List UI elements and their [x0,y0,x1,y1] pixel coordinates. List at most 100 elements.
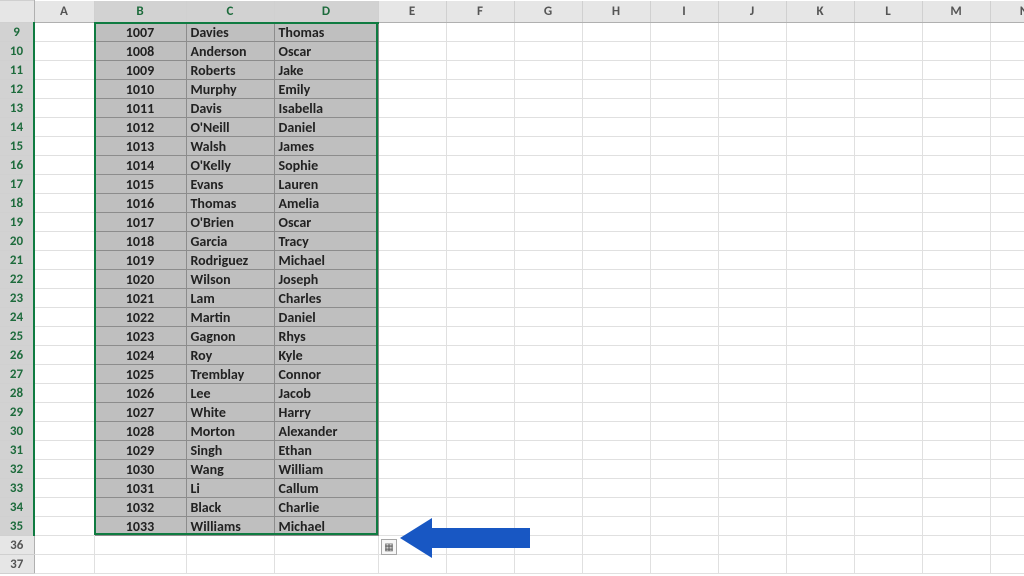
cell-D31[interactable]: Ethan [274,441,378,460]
cell-F33[interactable] [446,479,514,498]
cell-F10[interactable] [446,42,514,61]
cell-I16[interactable] [650,156,718,175]
cell-C23[interactable]: Lam [186,289,274,308]
cell-B30[interactable]: 1028 [94,422,186,441]
cell-E15[interactable] [378,137,446,156]
cell-K20[interactable] [786,232,854,251]
cell-H34[interactable] [582,498,650,517]
cell-F9[interactable] [446,23,514,42]
cell-N32[interactable] [990,460,1024,479]
cell-L28[interactable] [854,384,922,403]
cell-C19[interactable]: O'Brien [186,213,274,232]
cell-N18[interactable] [990,194,1024,213]
cell-G24[interactable] [514,308,582,327]
cell-D16[interactable]: Sophie [274,156,378,175]
column-header-J[interactable]: J [718,1,786,23]
cell-I11[interactable] [650,61,718,80]
row-header-10[interactable]: 10 [0,42,34,61]
cell-G30[interactable] [514,422,582,441]
cell-N30[interactable] [990,422,1024,441]
cell-H12[interactable] [582,80,650,99]
cell-D10[interactable]: Oscar [274,42,378,61]
column-header-B[interactable]: B [94,1,186,23]
cell-I25[interactable] [650,327,718,346]
cell-E10[interactable] [378,42,446,61]
cell-D33[interactable]: Callum [274,479,378,498]
cell-C11[interactable]: Roberts [186,61,274,80]
cell-E20[interactable] [378,232,446,251]
cell-L12[interactable] [854,80,922,99]
row-header-20[interactable]: 20 [0,232,34,251]
cell-K28[interactable] [786,384,854,403]
cell-J23[interactable] [718,289,786,308]
cell-B14[interactable]: 1012 [94,118,186,137]
row-header-29[interactable]: 29 [0,403,34,422]
cell-J24[interactable] [718,308,786,327]
cell-K12[interactable] [786,80,854,99]
cell-I31[interactable] [650,441,718,460]
cell-E17[interactable] [378,175,446,194]
cell-H31[interactable] [582,441,650,460]
cell-B33[interactable]: 1031 [94,479,186,498]
cell-H15[interactable] [582,137,650,156]
cell-K37[interactable] [786,555,854,574]
cell-G27[interactable] [514,365,582,384]
cell-G18[interactable] [514,194,582,213]
cell-L34[interactable] [854,498,922,517]
cell-D28[interactable]: Jacob [274,384,378,403]
row-header-15[interactable]: 15 [0,137,34,156]
cell-K15[interactable] [786,137,854,156]
cell-J34[interactable] [718,498,786,517]
row-header-14[interactable]: 14 [0,118,34,137]
cell-B28[interactable]: 1026 [94,384,186,403]
cell-B35[interactable]: 1033 [94,517,186,536]
cell-E13[interactable] [378,99,446,118]
row-header-34[interactable]: 34 [0,498,34,517]
cell-E21[interactable] [378,251,446,270]
cell-A11[interactable] [34,61,94,80]
cell-K34[interactable] [786,498,854,517]
spreadsheet-grid[interactable]: ABCDEFGHIJKLMN91007DaviesThomas101008And… [0,0,1024,576]
cell-N9[interactable] [990,23,1024,42]
cell-K17[interactable] [786,175,854,194]
cell-M11[interactable] [922,61,990,80]
cell-M34[interactable] [922,498,990,517]
row-header-31[interactable]: 31 [0,441,34,460]
cell-F11[interactable] [446,61,514,80]
cell-I28[interactable] [650,384,718,403]
cell-C35[interactable]: Williams [186,517,274,536]
cell-H30[interactable] [582,422,650,441]
cell-N12[interactable] [990,80,1024,99]
cell-L30[interactable] [854,422,922,441]
cell-D30[interactable]: Alexander [274,422,378,441]
cell-I32[interactable] [650,460,718,479]
cell-K23[interactable] [786,289,854,308]
cell-A31[interactable] [34,441,94,460]
cell-F24[interactable] [446,308,514,327]
cell-G31[interactable] [514,441,582,460]
row-header-12[interactable]: 12 [0,80,34,99]
cell-N28[interactable] [990,384,1024,403]
cell-K18[interactable] [786,194,854,213]
cell-A20[interactable] [34,232,94,251]
cell-B21[interactable]: 1019 [94,251,186,270]
cell-F34[interactable] [446,498,514,517]
cell-K21[interactable] [786,251,854,270]
cell-A35[interactable] [34,517,94,536]
cell-J14[interactable] [718,118,786,137]
cell-B9[interactable]: 1007 [94,23,186,42]
cell-L31[interactable] [854,441,922,460]
cell-A37[interactable] [34,555,94,574]
cell-B13[interactable]: 1011 [94,99,186,118]
cell-B23[interactable]: 1021 [94,289,186,308]
cell-F21[interactable] [446,251,514,270]
row-header-30[interactable]: 30 [0,422,34,441]
cell-H9[interactable] [582,23,650,42]
cell-J12[interactable] [718,80,786,99]
cell-B16[interactable]: 1014 [94,156,186,175]
cell-B31[interactable]: 1029 [94,441,186,460]
cell-C26[interactable]: Roy [186,346,274,365]
cell-L37[interactable] [854,555,922,574]
row-header-26[interactable]: 26 [0,346,34,365]
cell-E14[interactable] [378,118,446,137]
